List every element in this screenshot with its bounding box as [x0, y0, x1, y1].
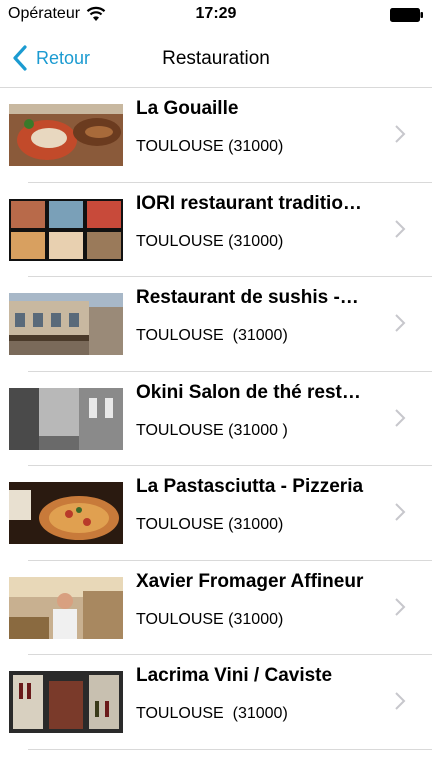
list-item[interactable]: Restaurant de sushis -… TOULOUSE (31000): [0, 277, 432, 372]
restaurant-city: TOULOUSE (31000): [136, 327, 288, 344]
restaurant-name: IORI restaurant traditio…: [136, 192, 362, 214]
restaurant-name: Okini Salon de thé rest…: [136, 381, 361, 403]
restaurant-photo: [9, 293, 123, 355]
status-time: 17:29: [195, 5, 237, 22]
list-item[interactable]: Lacrima Vini / Caviste TOULOUSE (31000): [0, 655, 432, 750]
restaurant-city: TOULOUSE (31000 ): [136, 421, 288, 439]
chevron-right-icon: [395, 503, 406, 521]
restaurant-city: TOULOUSE (31000): [136, 705, 288, 722]
restaurant-city: TOULOUSE (31000): [136, 138, 284, 155]
restaurant-photo: [9, 576, 123, 639]
navigation-bar: Retour Restauration: [0, 30, 432, 88]
restaurant-city: TOULOUSE (31000): [136, 610, 284, 628]
restaurant-photo: [9, 198, 123, 261]
list-item[interactable]: La Pastasciutta - Pizzeria TOULOUSE (310…: [0, 466, 432, 561]
restaurant-name: Xavier Fromager Affineur: [136, 570, 364, 592]
restaurant-photo: [9, 671, 123, 733]
list-item[interactable]: Xavier Fromager Affineur TOULOUSE (31000…: [0, 561, 432, 656]
chevron-right-icon: [395, 314, 406, 332]
restaurant-photo: [9, 104, 123, 166]
list-item[interactable]: IORI restaurant traditio… TOULOUSE (3100…: [0, 183, 432, 278]
status-bar: Opérateur 17:29: [0, 0, 432, 30]
restaurant-name: Restaurant de sushis -…: [136, 287, 359, 308]
chevron-right-icon: [395, 125, 406, 143]
chevron-right-icon: [395, 408, 406, 427]
restaurant-city: TOULOUSE (31000): [136, 516, 284, 533]
list-item[interactable]: La Gouaille TOULOUSE (31000): [0, 88, 432, 183]
battery-icon: [390, 8, 423, 22]
restaurant-city: TOULOUSE (31000): [136, 232, 284, 250]
restaurant-name: La Pastasciutta - Pizzeria: [136, 476, 364, 497]
restaurant-name: La Gouaille: [136, 98, 239, 119]
restaurant-list: La Gouaille TOULOUSE (31000) IORI restau…: [0, 88, 432, 750]
restaurant-photo: [9, 387, 123, 450]
chevron-right-icon: [395, 597, 406, 616]
chevron-right-icon: [395, 219, 406, 238]
restaurant-photo: [9, 482, 123, 544]
restaurant-name: Lacrima Vini / Caviste: [136, 665, 333, 686]
page-title: Restauration: [162, 48, 270, 69]
list-item[interactable]: Okini Salon de thé rest… TOULOUSE (31000…: [0, 372, 432, 467]
chevron-right-icon: [395, 692, 406, 710]
